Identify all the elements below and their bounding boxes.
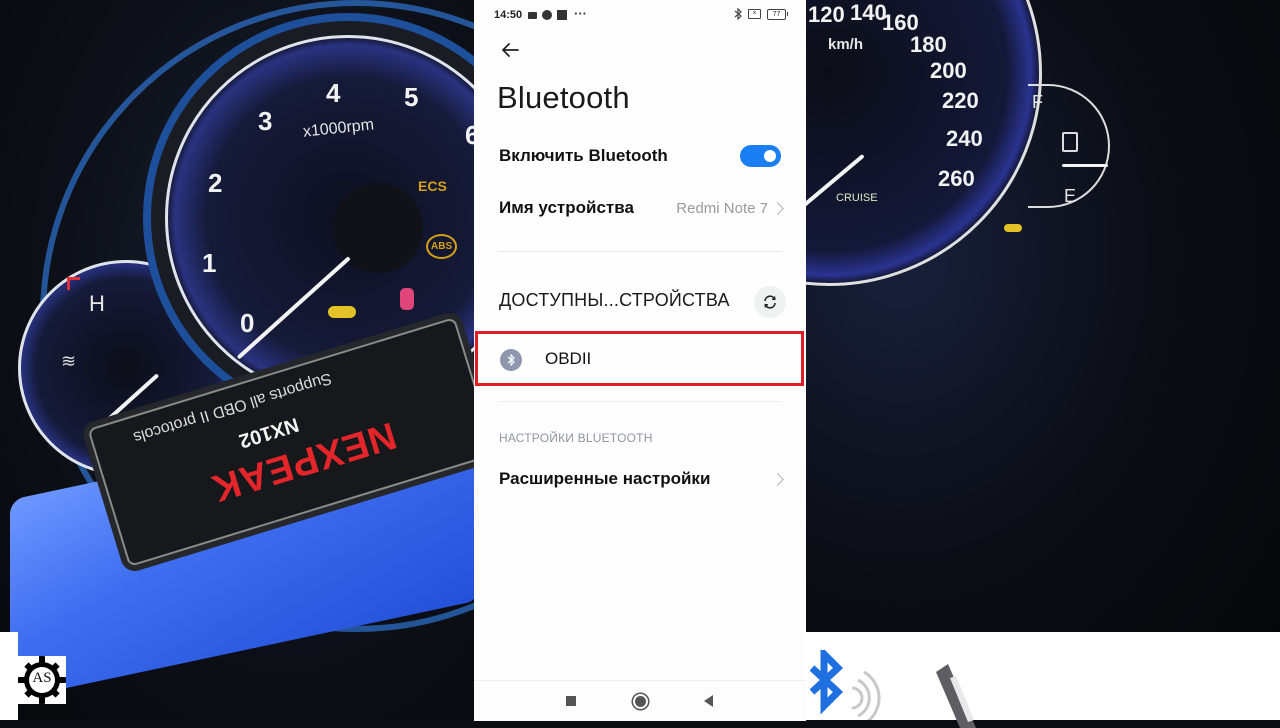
channel-logo: AS [8,646,76,714]
divider [498,251,782,252]
door-open-warning-icon [400,288,414,310]
tacho-number: 0 [240,308,255,338]
back-triangle-icon [703,695,713,707]
fuel-needle [1062,164,1108,167]
speedo-unit-label: km/h [828,36,864,53]
enable-bluetooth-row[interactable]: Включить Bluetooth [474,140,806,172]
home-button[interactable] [631,692,649,710]
speedo-number: 200 [930,58,967,83]
advanced-settings-row[interactable]: Расширенные настройки [474,463,806,495]
bluetooth-logo-icon [809,650,844,715]
battery-tip [787,12,788,16]
divider [498,401,782,402]
device-name-value: Redmi Note 7 [676,199,768,217]
bluetooth-icon [507,354,515,366]
home-circle-icon [634,695,646,707]
speedo-number: 180 [910,32,947,57]
tacho-number: 4 [326,78,341,108]
recents-button[interactable] [562,692,580,710]
more-dots-icon: ··· [574,6,587,21]
blocked-circle-icon [542,10,552,20]
toggle-knob [764,150,776,162]
car-warning-icon [328,306,356,318]
fuel-full-label: F [1032,92,1043,112]
chevron-right-icon [771,201,784,215]
tacho-number: 6 [465,120,474,150]
device-name-row[interactable]: Имя устройства Redmi Note 7 [474,192,806,224]
bluetooth-icon [734,8,742,20]
device-name: OBDII [545,349,592,368]
bluetooth-settings-subheader: НАСТРОЙКИ BLUETOOTH [499,431,653,445]
page-title: Bluetooth [497,80,630,115]
ecs-warning-label: ECS [418,178,447,194]
tacho-number: 5 [404,82,419,112]
device-list-item-obdii[interactable]: OBDII [475,331,804,386]
hood-open-warning-icon [1004,224,1022,232]
cruise-label: CRUISE [836,192,878,204]
background-right-panel: 120 140 160 180 200 220 240 260 km/h CRU… [806,0,1280,720]
battery-level: 77 [767,8,786,20]
square-icon [566,696,576,706]
arrow-left-icon [502,43,519,57]
tacho-number: 3 [258,106,273,136]
logo-text: AS [32,670,52,686]
refresh-icon [764,295,776,309]
bluetooth-device-icon [500,349,522,371]
fuel-pump-icon [1062,132,1078,152]
status-time: 14:50 [494,9,523,21]
phone-screen: 14:50 ··· × 77 Bluetooth Включить Blueto… [474,0,806,721]
enable-bluetooth-label: Включить Bluetooth [499,146,668,165]
background-left-panel: H ≋ 0 1 2 3 4 5 6 x1000rpm ECS ABS Suppo… [0,0,474,720]
speedo-number: 120 [808,2,845,27]
temperature-high-label: H [89,291,105,316]
abs-warning-icon: ABS [426,234,458,259]
speedo-number: 240 [946,126,983,151]
chevron-right-icon [771,472,784,486]
app-notification-icon [557,10,567,20]
refresh-button[interactable] [754,286,786,318]
tacho-number: 1 [202,248,217,278]
bluetooth-toggle[interactable] [740,145,781,167]
video-camera-icon [528,12,537,19]
bluetooth-dongle-image [936,664,976,728]
tacho-unit-label: x1000rpm [302,116,375,141]
available-devices-title: ДОСТУПНЫ...СТРОЙСТВА [499,290,730,310]
coolant-temp-icon: ≋ [61,351,77,371]
navigation-bar [474,680,806,721]
tacho-number: 2 [208,168,223,198]
speedo-number: 220 [942,88,979,113]
advanced-settings-label: Расширенные настройки [499,469,711,488]
back-button[interactable] [496,36,524,64]
temperature-red-zone-mark [67,277,80,290]
signal-waves-icon [851,670,881,720]
battery-icon: 77 [767,8,788,20]
status-right-icons: × 77 [734,8,788,20]
speedo-number: 260 [938,166,975,191]
fuel-empty-label: E [1064,186,1077,206]
device-name-label: Имя устройства [499,198,634,217]
sim-none-icon: × [748,9,761,19]
status-bar: 14:50 ··· × 77 [474,0,806,32]
back-nav-button[interactable] [699,692,717,710]
